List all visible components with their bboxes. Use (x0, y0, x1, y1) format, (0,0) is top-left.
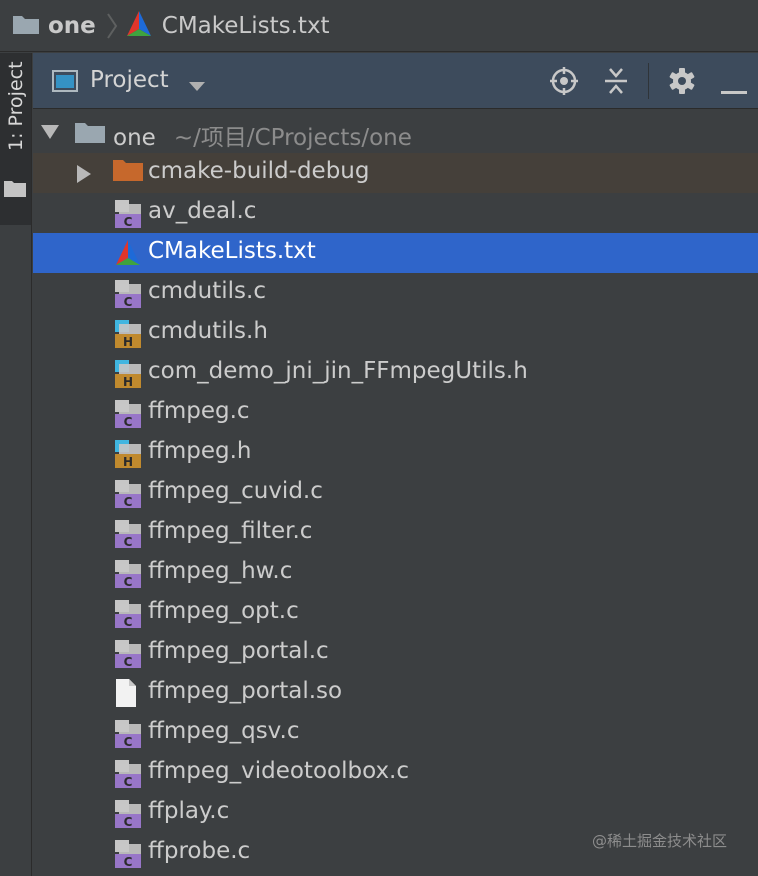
tree-item-label: ffmpeg_portal.c (148, 638, 329, 664)
c-file-icon: C (113, 518, 143, 554)
tree-item-label: ffplay.c (148, 798, 230, 824)
tree-item-label: ffprobe.c (148, 838, 251, 864)
project-tree: one ~/项目/CProjects/one cmake-build-debug C… (33, 113, 758, 876)
svg-text:C: C (124, 815, 133, 829)
chevron-down-icon[interactable] (189, 77, 205, 96)
tree-file-item[interactable]: CMakeLists.txt (33, 233, 758, 273)
svg-text:H: H (123, 375, 133, 389)
c-file-icon: C (113, 198, 143, 234)
tree-item-label: com_demo_jni_jin_FFmpegUtils.h (148, 358, 528, 384)
tree-file-item[interactable]: ffmpeg_portal.so (33, 673, 758, 713)
tree-root-label: one ~/项目/CProjects/one (113, 118, 412, 152)
chevron-right-icon (104, 11, 120, 41)
collapse-arrow-icon[interactable] (77, 165, 91, 187)
c-file-icon: C (113, 638, 143, 674)
h-file-icon: H (113, 358, 143, 394)
c-file-icon: C (113, 798, 143, 834)
svg-text:C: C (124, 535, 133, 549)
tree-item-label: ffmpeg_videotoolbox.c (148, 758, 410, 784)
tree-root[interactable]: one ~/项目/CProjects/one (33, 113, 758, 153)
tree-file-item[interactable]: Hffmpeg.h (33, 433, 758, 473)
navigation-bar: one CMakeLists.txt (0, 0, 758, 52)
tree-file-item[interactable]: Ccmdutils.c (33, 273, 758, 313)
root-folder-name: one (113, 125, 156, 151)
c-file-icon: C (113, 758, 143, 794)
svg-text:C: C (124, 215, 133, 229)
project-tool-tab[interactable]: 1: Project (0, 53, 31, 225)
tree-folder-item[interactable]: cmake-build-debug (33, 153, 758, 193)
tree-file-item[interactable]: Cffmpeg_videotoolbox.c (33, 753, 758, 793)
breadcrumb-file[interactable]: CMakeLists.txt (162, 13, 330, 39)
svg-text:H: H (123, 335, 133, 349)
header-divider (648, 63, 649, 99)
tree-item-label: ffmpeg_qsv.c (148, 718, 300, 744)
panel-title[interactable]: Project (90, 67, 169, 93)
tree-item-label: ffmpeg_cuvid.c (148, 478, 323, 504)
svg-text:C: C (124, 655, 133, 669)
file-icon (113, 678, 139, 712)
tree-file-item[interactable]: Cffmpeg_cuvid.c (33, 473, 758, 513)
tree-file-item[interactable]: Cffmpeg_portal.c (33, 633, 758, 673)
h-file-icon: H (113, 318, 143, 354)
tree-item-label: ffmpeg_opt.c (148, 598, 299, 624)
c-file-icon: C (113, 558, 143, 594)
gear-icon[interactable] (667, 66, 697, 100)
tree-file-item[interactable]: Cffmpeg_filter.c (33, 513, 758, 553)
tree-item-label: cmake-build-debug (148, 158, 370, 184)
tree-item-label: ffmpeg_filter.c (148, 518, 313, 544)
tree-item-label: cmdutils.c (148, 278, 266, 304)
left-tool-strip: 1: Project (0, 53, 32, 876)
tree-file-item[interactable]: Cffplay.c (33, 793, 758, 833)
tree-item-label: ffmpeg_portal.so (148, 678, 343, 704)
tree-item-label: ffmpeg_hw.c (148, 558, 293, 584)
svg-text:C: C (124, 575, 133, 589)
project-view-icon (52, 70, 78, 96)
folder-icon (113, 158, 143, 186)
c-file-icon: C (113, 478, 143, 514)
watermark: @稀土掘金技术社区 (592, 832, 728, 850)
project-panel-header: Project (33, 53, 758, 109)
folder-icon (4, 179, 26, 201)
tree-item-label: CMakeLists.txt (148, 238, 316, 264)
tree-file-item[interactable]: Hcom_demo_jni_jin_FFmpegUtils.h (33, 353, 758, 393)
expand-arrow-icon[interactable] (41, 124, 59, 143)
tree-file-item[interactable]: Cffmpeg_hw.c (33, 553, 758, 593)
cmake-icon (124, 9, 154, 43)
tree-file-item[interactable]: Cffmpeg_qsv.c (33, 713, 758, 753)
collapse-all-icon[interactable] (603, 66, 629, 100)
svg-text:C: C (124, 295, 133, 309)
tree-file-item[interactable]: Cav_deal.c (33, 193, 758, 233)
hide-panel-icon[interactable] (721, 80, 747, 99)
c-file-icon: C (113, 598, 143, 634)
svg-text:C: C (124, 495, 133, 509)
c-file-icon: C (113, 398, 143, 434)
svg-text:C: C (124, 735, 133, 749)
svg-text:C: C (124, 775, 133, 789)
svg-text:H: H (123, 455, 133, 469)
tree-file-item[interactable]: Cffmpeg_opt.c (33, 593, 758, 633)
c-file-icon: C (113, 718, 143, 754)
cmake-icon (113, 238, 143, 272)
tree-file-item[interactable]: Cffmpeg.c (33, 393, 758, 433)
h-file-icon: H (113, 438, 143, 474)
svg-text:C: C (124, 615, 133, 629)
tree-item-label: ffmpeg.c (148, 398, 250, 424)
breadcrumb-project[interactable]: one (48, 13, 96, 39)
svg-text:C: C (124, 855, 133, 869)
project-tool-tab-label: 1: Project (5, 61, 27, 151)
locate-icon[interactable] (549, 66, 579, 100)
tree-item-label: cmdutils.h (148, 318, 268, 344)
c-file-icon: C (113, 278, 143, 314)
folder-icon (12, 13, 40, 39)
tree-item-label: av_deal.c (148, 198, 257, 224)
c-file-icon: C (113, 838, 143, 874)
tree-file-item[interactable]: Hcmdutils.h (33, 313, 758, 353)
svg-text:C: C (124, 415, 133, 429)
root-folder-path: ~/项目/CProjects/one (173, 125, 412, 151)
folder-icon (75, 121, 105, 147)
tree-item-label: ffmpeg.h (148, 438, 252, 464)
